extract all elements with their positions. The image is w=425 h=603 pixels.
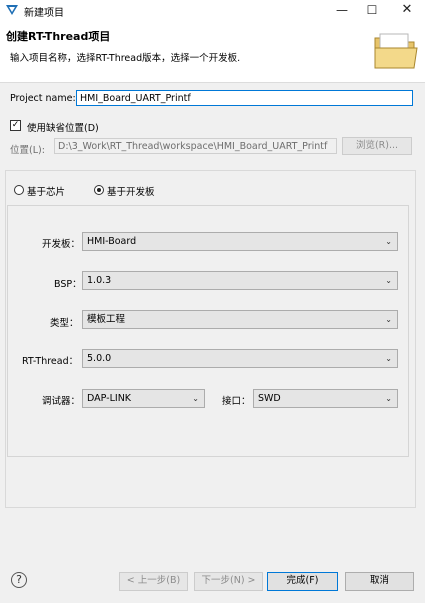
board-select[interactable]: HMI-Board ⌄ bbox=[82, 232, 398, 251]
cancel-button[interactable]: 取消 bbox=[345, 572, 414, 591]
debugger-select[interactable]: DAP-LINK ⌄ bbox=[82, 389, 205, 408]
type-select[interactable]: 模板工程 ⌄ bbox=[82, 310, 398, 329]
based-on-board-label: 基于开发板 bbox=[107, 187, 155, 198]
title-bar: 新建项目 — ☐ ✕ bbox=[0, 0, 425, 20]
maximize-button[interactable]: ☐ bbox=[357, 0, 387, 20]
rtthread-version-value: 5.0.0 bbox=[87, 353, 112, 364]
rtthread-version-select[interactable]: 5.0.0 ⌄ bbox=[82, 349, 398, 368]
next-button[interactable]: 下一步(N) > bbox=[194, 572, 263, 591]
chevron-down-icon: ⌄ bbox=[385, 315, 392, 324]
wizard-title: 创建RT-Thread项目 bbox=[6, 30, 111, 43]
wizard-header: 创建RT-Thread项目 输入项目名称，选择RT-Thread版本，选择一个开… bbox=[0, 20, 425, 83]
chevron-down-icon: ⌄ bbox=[385, 237, 392, 246]
bsp-select[interactable]: 1.0.3 ⌄ bbox=[82, 271, 398, 290]
back-button[interactable]: < 上一步(B) bbox=[119, 572, 188, 591]
debugger-label: 调试器： bbox=[42, 396, 81, 407]
chevron-down-icon: ⌄ bbox=[385, 354, 392, 363]
use-default-location-label: 使用缺省位置(D) bbox=[27, 123, 99, 134]
debugger-select-value: DAP-LINK bbox=[87, 393, 132, 404]
rtthread-version-label: RT-Thread： bbox=[22, 356, 79, 367]
board-label: 开发板： bbox=[42, 239, 81, 250]
help-icon[interactable]: ? bbox=[11, 572, 27, 588]
browse-button[interactable]: 浏览(R)... bbox=[342, 137, 412, 155]
close-button[interactable]: ✕ bbox=[392, 0, 422, 20]
location-input[interactable]: D:\3_Work\RT_Thread\workspace\HMI_Board_… bbox=[54, 138, 337, 154]
location-label: 位置(L): bbox=[10, 145, 45, 156]
chevron-down-icon: ⌄ bbox=[385, 276, 392, 285]
bsp-label: BSP： bbox=[54, 279, 82, 290]
window-title: 新建项目 bbox=[24, 8, 64, 19]
type-label: 类型： bbox=[50, 318, 79, 329]
board-select-value: HMI-Board bbox=[87, 236, 137, 247]
project-name-label: Project name: bbox=[10, 93, 76, 104]
minimize-button[interactable]: — bbox=[327, 0, 357, 20]
port-select-value: SWD bbox=[258, 393, 281, 404]
chevron-down-icon: ⌄ bbox=[192, 394, 199, 403]
port-label: 接口： bbox=[222, 396, 251, 407]
chevron-down-icon: ⌄ bbox=[385, 394, 392, 403]
based-on-chip-label: 基于芯片 bbox=[27, 187, 66, 198]
rt-thread-logo-icon bbox=[6, 5, 18, 15]
wizard-description: 输入项目名称，选择RT-Thread版本，选择一个开发板. bbox=[10, 53, 241, 64]
use-default-location-checkbox[interactable]: ✓ bbox=[10, 120, 21, 131]
based-on-board-radio[interactable] bbox=[94, 185, 104, 195]
port-select[interactable]: SWD ⌄ bbox=[253, 389, 398, 408]
type-select-value: 模板工程 bbox=[87, 314, 126, 325]
folder-icon bbox=[374, 33, 418, 69]
project-name-input[interactable]: HMI_Board_UART_Printf bbox=[76, 90, 413, 106]
finish-button[interactable]: 完成(F) bbox=[267, 572, 338, 591]
based-on-chip-radio[interactable] bbox=[14, 185, 24, 195]
bsp-select-value: 1.0.3 bbox=[87, 275, 112, 286]
